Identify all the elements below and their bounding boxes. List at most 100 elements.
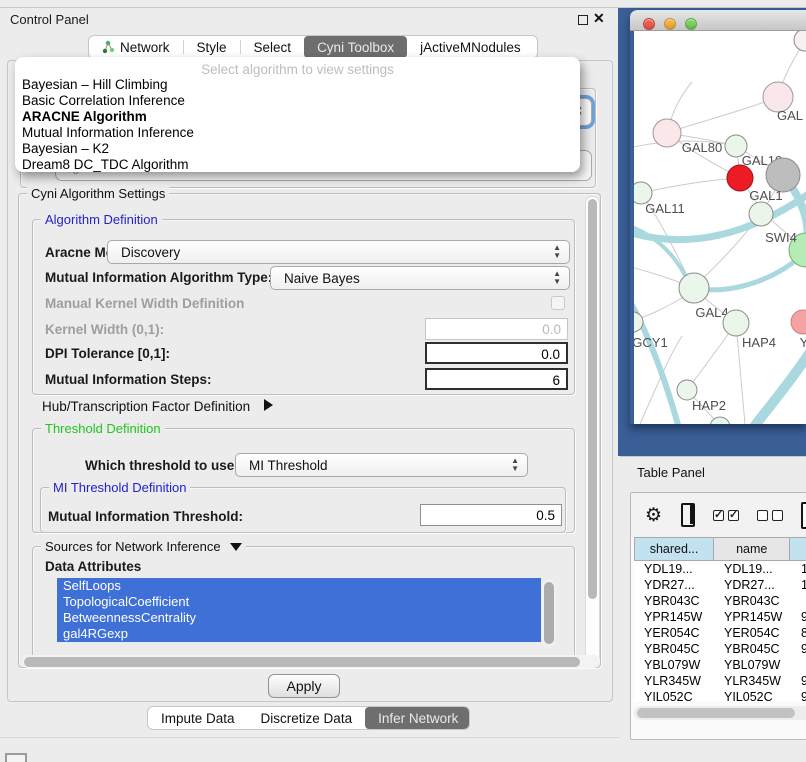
tab-network[interactable]: Network — [89, 36, 183, 58]
data-attributes-list[interactable]: SelfLoopsTopologicalCoefficientBetweenne… — [57, 578, 541, 642]
network-node-hap2[interactable] — [677, 380, 697, 400]
minimized-panel-icon[interactable] — [5, 753, 27, 762]
table-cell: 9. — [791, 673, 806, 689]
aracne-mode-combo[interactable]: Discovery ▲▼ — [107, 240, 570, 264]
table-header-row[interactable]: shared...name — [634, 537, 806, 561]
algorithm-definition-title: Algorithm Definition — [41, 212, 162, 227]
network-node-gal80[interactable] — [653, 119, 681, 147]
tab-select[interactable]: Select — [241, 36, 305, 58]
dropdown-item[interactable]: ARACNE Algorithm — [18, 109, 580, 125]
manual-kernel-checkbox[interactable] — [551, 296, 565, 310]
expand-arrow-icon — [264, 399, 273, 411]
node-label: Y — [800, 335, 806, 350]
table-cell: YDR27... — [634, 577, 714, 593]
algorithm-dropdown-list: Select algorithm to view settings Bayesi… — [15, 57, 580, 172]
columns-icon[interactable] — [681, 503, 695, 527]
network-edge[interactable] — [641, 178, 740, 193]
network-node[interactable] — [794, 31, 806, 51]
table-cell: 9. — [791, 641, 806, 657]
kernel-width-field[interactable]: 0.0 — [425, 318, 568, 340]
dropdown-item[interactable]: Basic Correlation Inference — [18, 93, 580, 109]
table-cell: YDR27... — [714, 577, 791, 593]
which-threshold-combo[interactable]: MI Threshold ▲▼ — [235, 453, 528, 477]
dropdown-item[interactable]: Dream8 DC_TDC Algorithm — [18, 157, 580, 173]
zoom-traffic-light[interactable] — [685, 18, 697, 30]
table-cell: YDL19... — [714, 561, 791, 577]
dropdown-items: Bayesian – Hill ClimbingBasic Correlatio… — [15, 77, 580, 173]
tab-jactivemnodules[interactable]: jActiveMNodules — [407, 36, 534, 58]
table-row[interactable]: YBL079WYBL079W — [634, 657, 806, 673]
table-horizontal-scrollbar[interactable] — [634, 706, 806, 720]
network-edge-highlighted[interactable] — [750, 346, 806, 424]
table-row[interactable]: YDL19...YDL19...13 — [634, 561, 806, 577]
data-attributes-label: Data Attributes — [45, 559, 141, 574]
checked-box-icon — [728, 510, 739, 521]
apply-button[interactable]: Apply — [268, 674, 340, 698]
close-icon[interactable]: ✕ — [593, 10, 605, 27]
attribute-item-selected[interactable]: TopologicalCoefficient — [57, 594, 541, 610]
threshold-definition-title: Threshold Definition — [41, 421, 165, 436]
table-row[interactable]: YIL052CYIL052C9. — [634, 689, 806, 702]
tab-label: Network — [120, 40, 170, 55]
settings-vertical-scrollbar[interactable] — [585, 196, 600, 664]
dropdown-item[interactable]: Mutual Information Inference — [18, 125, 580, 141]
network-view-window[interactable]: GALGAL80GAL10GAL11GAL1SWI4GAL4GCY1HAP4YH… — [630, 10, 806, 424]
tab-label: Select — [254, 40, 292, 55]
attribute-item-selected[interactable]: BetweennessCentrality — [57, 610, 541, 626]
mi-steps-field[interactable]: 6 — [425, 368, 568, 390]
table-cell: 13 — [791, 561, 806, 577]
new-table-icon[interactable] — [801, 502, 806, 529]
network-node-gal4[interactable] — [679, 273, 709, 303]
table-row[interactable]: YBR045CYBR045C9. — [634, 641, 806, 657]
network-canvas[interactable]: GALGAL80GAL10GAL11GAL1SWI4GAL4GCY1HAP4YH… — [634, 31, 806, 424]
control-panel-tabs: Network Style Select Cyni Toolbox jActiveMNo… — [88, 35, 538, 59]
network-node-y[interactable] — [791, 310, 806, 334]
tab-cyni-toolbox[interactable]: Cyni Toolbox — [304, 36, 407, 58]
column-header-extra[interactable] — [790, 538, 806, 560]
table-rows[interactable]: YDL19...YDL19...13YDR27...YDR27...12YBR0… — [634, 561, 806, 702]
mi-threshold-field[interactable]: 0.5 — [420, 504, 562, 526]
cyni-bottom-tabs: Impute DataDiscretize DataInfer Network — [147, 706, 470, 730]
minimize-traffic-light[interactable] — [664, 18, 676, 30]
table-row[interactable]: YER054CYER054C8. — [634, 625, 806, 641]
column-header-name[interactable]: name — [714, 538, 790, 560]
table-row[interactable]: YPR145WYPR145W9. — [634, 609, 806, 625]
table-row[interactable]: YDR27...YDR27...12 — [634, 577, 806, 593]
which-threshold-label: Which threshold to use: — [85, 458, 239, 473]
bottom-tab-impute-data[interactable]: Impute Data — [148, 707, 248, 729]
unchecked-box-icon — [757, 510, 768, 521]
which-threshold-value: MI Threshold — [249, 458, 328, 473]
deselect-all-icon[interactable] — [757, 510, 783, 521]
tab-style[interactable]: Style — [184, 36, 240, 58]
attribute-item-selected[interactable]: gal4RGexp — [57, 626, 541, 642]
dropdown-item[interactable]: Bayesian – Hill Climbing — [18, 77, 580, 93]
network-edge[interactable] — [667, 97, 778, 133]
float-window-icon[interactable] — [578, 15, 588, 25]
dropdown-item[interactable]: Bayesian – K2 — [18, 141, 580, 157]
sources-title[interactable]: Sources for Network Inference — [41, 539, 246, 554]
table-cell: YBR043C — [634, 593, 714, 609]
dpi-tolerance-field[interactable]: 0.0 — [425, 342, 568, 364]
attribute-item-selected[interactable]: SelfLoops — [57, 578, 541, 594]
network-node[interactable] — [766, 158, 800, 192]
hub-section-toggle[interactable]: Hub/Transcription Factor Definition — [42, 399, 273, 414]
attribute-list-scrollbar[interactable] — [542, 580, 556, 648]
network-node-gal1[interactable] — [749, 202, 773, 226]
settings-horizontal-scrollbar[interactable] — [22, 655, 600, 668]
network-node-hap4[interactable] — [723, 310, 749, 336]
table-row[interactable]: YBR043CYBR043C — [634, 593, 806, 609]
bottom-tab-discretize-data[interactable]: Discretize Data — [248, 707, 366, 729]
table-cell: 12 — [791, 577, 806, 593]
node-label: GCY1 — [634, 335, 668, 350]
close-traffic-light[interactable] — [643, 18, 655, 30]
table-cell: YBR043C — [714, 593, 791, 609]
select-all-icon[interactable] — [713, 510, 739, 521]
table-row[interactable]: YLR345WYLR345W9. — [634, 673, 806, 689]
gear-icon[interactable]: ⚙ — [645, 504, 662, 527]
bottom-tab-infer-network[interactable]: Infer Network — [365, 707, 470, 729]
aracne-mode-value: Discovery — [121, 245, 180, 260]
network-window-titlebar[interactable] — [630, 10, 806, 31]
mi-algorithm-type-combo[interactable]: Naive Bayes ▲▼ — [270, 266, 570, 290]
column-header-shared...[interactable]: shared... — [635, 538, 714, 560]
tab-label: jActiveMNodules — [420, 40, 521, 55]
